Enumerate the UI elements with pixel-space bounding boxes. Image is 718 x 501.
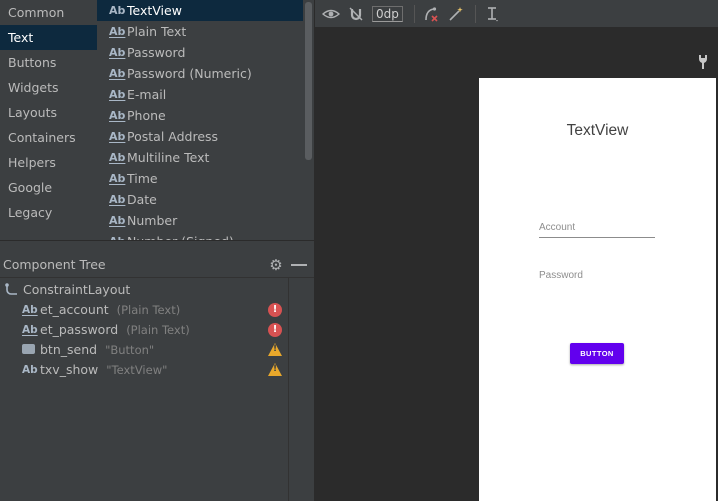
palette-widget-list: Ab TextView Ab Plain Text Ab Password Ab… xyxy=(97,0,303,240)
widget-phone[interactable]: Ab Phone xyxy=(97,105,303,126)
error-icon[interactable]: ! xyxy=(268,303,282,317)
widget-label: Multiline Text xyxy=(127,150,210,165)
design-toolbar: 0dp xyxy=(315,0,718,28)
widget-label: Number (Signed) xyxy=(127,231,234,240)
widget-multiline-text[interactable]: Ab Multiline Text xyxy=(97,147,303,168)
widget-password-numeric[interactable]: Ab Password (Numeric) xyxy=(97,63,303,84)
tree-node-txv-show[interactable]: Ab txv_show "TextView" xyxy=(22,360,167,380)
edit-text-icon: Ab xyxy=(22,324,38,336)
preview-password-field[interactable]: Password xyxy=(539,270,583,281)
widget-label: TextView xyxy=(127,3,182,18)
wrench-icon[interactable] xyxy=(697,54,709,74)
edit-text-icon: Ab xyxy=(109,88,126,101)
scrollbar-thumb[interactable] xyxy=(305,2,312,160)
tree-node-name: txv_show xyxy=(40,362,99,377)
tree-node-name: et_account xyxy=(40,302,109,317)
widget-label: Password xyxy=(127,45,186,60)
edit-text-icon: Ab xyxy=(109,109,126,122)
component-tree-title: Component Tree xyxy=(3,257,106,272)
gear-icon[interactable]: ⚙ xyxy=(265,256,287,274)
edit-text-icon: Ab xyxy=(22,304,38,316)
tree-node-et-password[interactable]: Ab et_password (Plain Text) xyxy=(22,320,190,340)
widget-label: Plain Text xyxy=(127,24,187,39)
tree-node-name: et_password xyxy=(40,322,119,337)
tree-node-type: (Plain Text) xyxy=(116,303,181,317)
widget-label: Time xyxy=(127,171,158,186)
toolbar-separator xyxy=(474,4,476,23)
tree-node-type: "TextView" xyxy=(106,363,168,377)
widget-label: Postal Address xyxy=(127,129,219,144)
widget-label: Number xyxy=(127,213,178,228)
edit-text-icon: Ab xyxy=(109,25,126,38)
widget-label: E-mail xyxy=(127,87,167,102)
text-widget-icon: Ab xyxy=(22,364,38,376)
edit-text-icon: Ab xyxy=(109,46,126,59)
tree-node-et-account[interactable]: Ab et_account (Plain Text) xyxy=(22,300,180,320)
category-buttons[interactable]: Buttons xyxy=(0,50,97,75)
category-common[interactable]: Common xyxy=(0,0,97,25)
palette-categories: Common Text Buttons Widgets Layouts Cont… xyxy=(0,0,97,240)
widget-postal-address[interactable]: Ab Postal Address xyxy=(97,126,303,147)
magic-wand-icon[interactable] xyxy=(445,3,467,25)
toolbar-separator xyxy=(413,4,415,23)
edit-text-icon: Ab xyxy=(109,214,126,227)
widget-textview[interactable]: Ab TextView xyxy=(97,0,303,21)
default-margin-field[interactable]: 0dp xyxy=(372,5,403,22)
edit-text-icon: Ab xyxy=(109,130,126,143)
tree-node-btn-send[interactable]: btn_send "Button" xyxy=(22,340,154,360)
edit-text-icon: Ab xyxy=(109,231,127,240)
widget-label: Password (Numeric) xyxy=(127,66,252,81)
widget-password[interactable]: Ab Password xyxy=(97,42,303,63)
warning-mark: ! xyxy=(272,344,278,354)
widget-time[interactable]: Ab Time xyxy=(97,168,303,189)
widget-number[interactable]: Ab Number xyxy=(97,210,303,231)
component-tree-header: Component Tree ⚙ xyxy=(0,252,314,278)
category-widgets[interactable]: Widgets xyxy=(0,75,97,100)
category-layouts[interactable]: Layouts xyxy=(0,100,97,125)
clear-constraints-icon[interactable] xyxy=(420,3,442,25)
preview-textview[interactable]: TextView xyxy=(479,122,716,140)
tree-node-root[interactable]: ConstraintLayout xyxy=(4,280,130,300)
widget-label: Date xyxy=(127,192,157,207)
magnet-off-icon[interactable] xyxy=(345,3,367,25)
eye-icon[interactable] xyxy=(320,3,342,25)
tree-node-type: "Button" xyxy=(105,343,155,357)
minimize-icon[interactable] xyxy=(291,263,307,266)
panel-splitter[interactable] xyxy=(0,240,314,252)
edit-text-icon: Ab xyxy=(109,67,126,80)
widget-plain-text[interactable]: Ab Plain Text xyxy=(97,21,303,42)
device-preview[interactable]: TextView Account Password BUTTON xyxy=(479,78,716,501)
error-icon[interactable]: ! xyxy=(268,323,282,337)
preview-button[interactable]: BUTTON xyxy=(570,343,624,364)
category-helpers[interactable]: Helpers xyxy=(0,150,97,175)
category-containers[interactable]: Containers xyxy=(0,125,97,150)
text-widget-icon: Ab xyxy=(109,4,126,17)
align-icon[interactable] xyxy=(481,3,503,25)
widget-number-signed[interactable]: Ab Number (Signed) xyxy=(97,231,303,240)
edit-text-icon: Ab xyxy=(109,151,126,164)
component-tree-scrollbar[interactable] xyxy=(288,278,314,501)
button-icon xyxy=(22,340,40,360)
edit-text-icon: Ab xyxy=(109,172,126,185)
tree-node-name: btn_send xyxy=(40,342,98,357)
warning-mark: ! xyxy=(272,364,278,374)
category-text[interactable]: Text xyxy=(0,25,97,50)
preview-account-field[interactable]: Account xyxy=(539,222,655,238)
constraint-layout-icon xyxy=(5,283,17,295)
edit-text-icon: Ab xyxy=(109,193,126,206)
category-legacy[interactable]: Legacy xyxy=(0,200,97,225)
palette-scrollbar[interactable] xyxy=(303,0,314,240)
widget-date[interactable]: Ab Date xyxy=(97,189,303,210)
category-google[interactable]: Google xyxy=(0,175,97,200)
tree-node-label: ConstraintLayout xyxy=(23,282,131,297)
component-tree: ConstraintLayout Ab et_account (Plain Te… xyxy=(0,278,288,501)
tree-node-type: (Plain Text) xyxy=(126,323,190,337)
widget-label: Phone xyxy=(127,108,166,123)
widget-email[interactable]: Ab E-mail xyxy=(97,84,303,105)
